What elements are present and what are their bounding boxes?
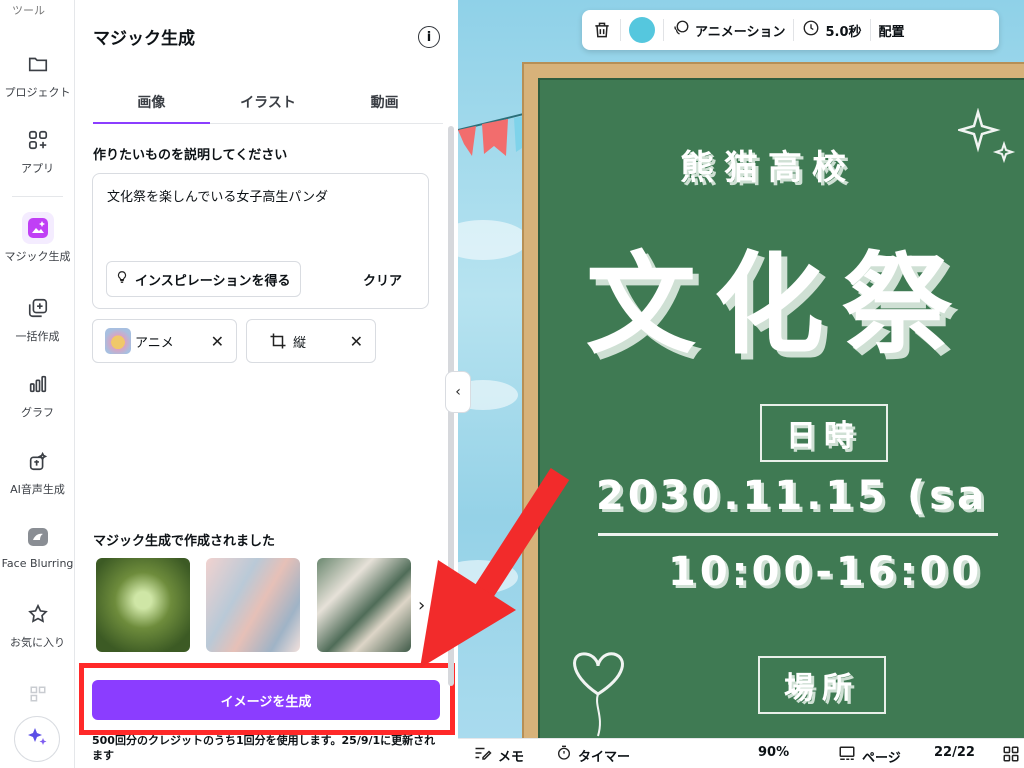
magic-media-icon [21,212,54,244]
rail-item-chart[interactable]: グラフ [0,368,75,420]
remove-chip-icon[interactable]: ✕ [211,332,224,351]
star-icon [22,598,54,630]
animation-icon [672,19,690,41]
generated-section-label: マジック生成で作成されました [93,534,276,549]
chip-label: アニメ [135,335,174,351]
lightbulb-icon [115,269,129,289]
rail-item-projects[interactable]: プロジェクト [0,48,75,100]
face-blur-icon [22,521,54,553]
rail-item-more[interactable] [0,678,75,710]
crop-icon [269,332,287,350]
red-annotation-arrow [420,468,570,668]
notes-button[interactable]: メモ [474,745,524,765]
clear-button[interactable]: クリア [363,270,402,289]
rail-item-label: 一括作成 [15,330,60,343]
canvas-school-name[interactable]: 熊猫高校 [680,140,856,189]
timer-label: タイマー [578,749,631,765]
tab-video[interactable]: 動画 [326,80,443,123]
toolbar-divider [663,19,664,41]
rail-item-bulk-create[interactable]: 一括作成 [0,292,75,344]
qr-icon [22,678,54,710]
page-count: 22/22 [934,745,975,760]
prompt-textarea[interactable]: 文化祭を楽しんでいる女子高生パンダ インスピレーションを得る クリア [92,173,429,309]
clock-icon [802,19,820,41]
animation-button[interactable]: アニメーション [672,19,785,41]
rail-divider [12,196,63,197]
sparkle-doodle [958,108,1016,164]
aspect-chip-portrait[interactable]: 縦 ✕ [246,319,376,363]
rail-item-label: プロジェクト [4,86,71,99]
rail-item-label: グラフ [21,406,54,419]
sparkle-icon [25,725,49,753]
left-rail: ツール プロジェクト アプリ マジック生成 一括作成 グラフ AI音声生成 Fa… [0,0,75,768]
rail-item-magic-media[interactable]: マジック生成 [0,212,75,264]
pencil-lines-icon [474,745,492,765]
trash-icon[interactable] [592,20,612,40]
timer-button[interactable]: タイマー [556,745,630,765]
canvas-place-label[interactable]: 場所 [758,656,886,714]
cloud-decoration [458,220,528,260]
magic-media-panel: マジック生成 i 画像 イラスト 動画 作りたいものを説明してください 文化祭を… [76,0,458,768]
chart-icon [22,368,54,400]
generated-image-thumbnail[interactable] [206,558,300,652]
prompt-label: 作りたいものを説明してください [93,148,288,163]
toolbar-divider [620,19,621,41]
notes-label: メモ [498,749,525,765]
rail-item-label: AI音声生成 [10,483,65,496]
rail-item-face-blurring[interactable]: Face Blurring [0,521,75,570]
generate-image-button[interactable]: イメージを生成 [92,680,440,720]
rail-item-label: Face Blurring [1,557,74,570]
rail-item-label: お気に入り [10,636,65,649]
bottom-status-bar: メモ タイマー 90% ページ 22/22 [458,738,1024,768]
chip-label: 縦 [293,335,307,351]
toolbar-divider [869,19,871,41]
element-toolbar: アニメーション 5.0秒 配置 [582,10,999,50]
rail-item-tools-label[interactable]: ツール [12,2,45,18]
canvas-date[interactable]: 2030.11.15 (sa [596,473,988,519]
rail-item-apps[interactable]: アプリ [0,124,75,176]
duration-label: 5.0秒 [825,24,862,40]
rail-item-favorites[interactable]: お気に入り [0,598,75,650]
grid-view-icon[interactable] [1002,745,1020,763]
info-icon[interactable]: i [418,26,440,48]
generated-image-thumbnail[interactable] [317,558,411,652]
credit-note: 500回分のクレジットのうち1回分を使用します。25/9/1に更新されます [92,734,436,762]
chalk-underline [598,533,998,536]
pages-label: ページ [862,750,901,766]
remove-chip-icon[interactable]: ✕ [350,332,363,351]
bulk-create-icon [22,292,54,324]
magic-assistant-button[interactable] [14,716,60,762]
position-button[interactable]: 配置 [879,21,905,40]
rail-item-label: マジック生成 [4,250,71,263]
chevron-left-icon: ‹ [455,384,461,400]
duration-button[interactable]: 5.0秒 [802,19,862,41]
rail-item-label: アプリ [21,162,54,175]
pages-button[interactable]: ページ [838,745,901,767]
apps-icon [22,124,54,156]
get-inspiration-label: インスピレーションを得る [135,273,291,289]
timer-icon [556,745,572,765]
media-type-tabs: 画像 イラスト 動画 [93,80,443,124]
anime-style-thumbnail [105,328,131,354]
color-swatch-button[interactable] [629,17,655,43]
canvas-festival-title[interactable]: 文化祭 [586,215,970,375]
canvas-date-label[interactable]: 日時 [760,404,888,462]
rail-item-ai-voice[interactable]: AI音声生成 [0,445,75,497]
pages-icon [838,745,856,767]
folder-icon [22,48,54,80]
canvas-time[interactable]: 10:00-16:00 [668,549,983,595]
tab-image[interactable]: 画像 [93,80,210,124]
ai-voice-icon [22,445,54,477]
panel-title: マジック生成 [93,29,195,49]
style-chip-anime[interactable]: アニメ ✕ [92,319,237,363]
zoom-value[interactable]: 90% [758,745,789,760]
generated-image-thumbnail[interactable] [96,558,190,652]
toolbar-divider [793,19,795,41]
get-inspiration-button[interactable]: インスピレーションを得る [106,261,302,297]
animation-label: アニメーション [695,24,786,40]
tab-illustration[interactable]: イラスト [210,80,327,123]
collapse-panel-button[interactable]: ‹ [445,371,471,413]
prompt-value[interactable]: 文化祭を楽しんでいる女子高生パンダ [107,186,328,205]
